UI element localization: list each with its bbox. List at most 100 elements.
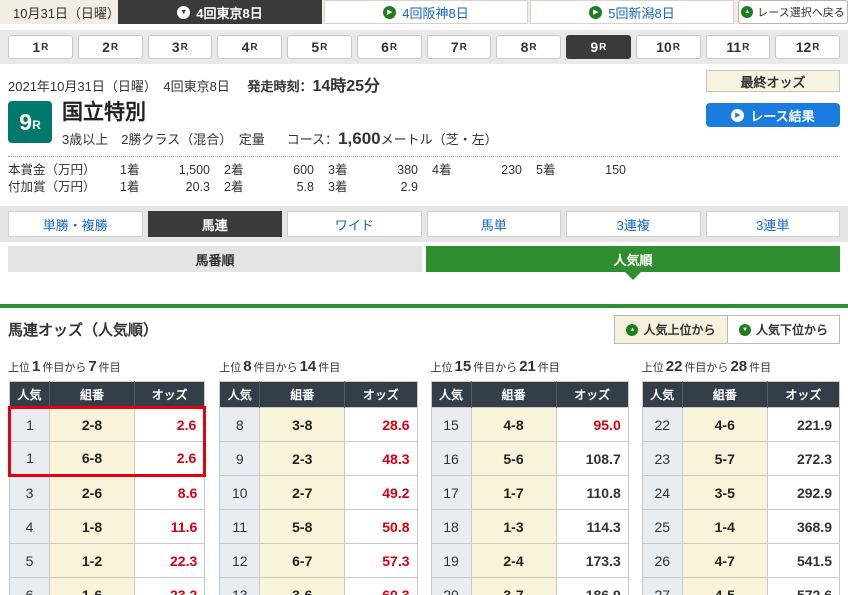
sort-bottom-first-button[interactable]: ▼ 人気下位から xyxy=(727,316,839,343)
start-time-value: 14時25分 xyxy=(312,78,380,95)
bet-type-tab[interactable]: ワイド xyxy=(287,211,422,237)
odds-cell: 48.3 xyxy=(345,442,417,476)
race-number-tab[interactable]: 3R xyxy=(148,35,213,59)
back-button-label: レース選択へ戻る xyxy=(757,4,844,20)
rank-cell: 3 xyxy=(10,476,50,510)
bet-type-tab[interactable]: 3連単 xyxy=(706,211,841,237)
pair-cell: 6-7 xyxy=(260,544,345,578)
bet-type-tab[interactable]: 馬単 xyxy=(427,211,562,237)
odds-cell: 272.3 xyxy=(767,442,839,476)
rank-cell: 20 xyxy=(431,578,471,595)
chevron-right-icon: ▶ xyxy=(589,6,602,19)
odds-row: 18 1-3 114.3 xyxy=(431,510,628,544)
odds-cell: 50.8 xyxy=(345,510,417,544)
rank-cell: 23 xyxy=(642,442,682,476)
chevron-right-icon: ▶ xyxy=(731,109,744,122)
back-to-race-select-button[interactable]: ▲ レース選択へ戻る xyxy=(738,0,848,24)
meeting-tab[interactable]: ▼ ▶ 4回阪神8日 xyxy=(324,0,528,24)
header-pair: 組番 xyxy=(682,382,767,408)
odds-table: 人気 組番 オッズ 1 2-8 2.6 1 6-8 2.6 3 2-6 8.6 … xyxy=(8,381,206,595)
odds-row: 8 3-8 28.6 xyxy=(220,408,417,442)
tab-popularity-order[interactable]: 人気順 xyxy=(426,246,840,272)
prize-place-label: 5着 xyxy=(536,162,574,179)
bet-type-tab[interactable]: 馬連 xyxy=(148,211,283,237)
odds-row: 25 1-4 368.9 xyxy=(642,510,839,544)
odds-row: 3 2-6 8.6 xyxy=(10,476,205,510)
meeting-tab-label: 5回新潟8日 xyxy=(608,3,674,22)
odds-cell: 173.3 xyxy=(556,544,628,578)
race-number-tab[interactable]: 5R xyxy=(287,35,352,59)
race-number-tab[interactable]: 4R xyxy=(217,35,282,59)
race-tab-suffix: R xyxy=(390,42,397,53)
sort-top-first-button[interactable]: ▲ 人気上位から xyxy=(615,316,727,343)
race-result-label: レース結果 xyxy=(750,106,814,125)
caption-mid: 件目から xyxy=(254,362,298,374)
pair-cell: 6-8 xyxy=(50,442,135,476)
race-odds-page: 10月31日（日曜） ▼ ▶ 4回東京8日 ▼ ▶ 4回阪神8日 ▼ ▶ 5回新… xyxy=(0,0,848,595)
race-number-tab[interactable]: 11R xyxy=(706,35,771,59)
tab-horse-number-order[interactable]: 馬番順 xyxy=(8,246,422,272)
prize-pair: 5着 150 xyxy=(536,162,640,179)
rank-cell: 6 xyxy=(10,578,50,595)
prize-amount: 20.3 xyxy=(158,179,210,196)
race-tab-suffix: R xyxy=(320,42,327,53)
pair-cell: 4-6 xyxy=(682,408,767,442)
rank-cell: 15 xyxy=(431,408,471,442)
odds-cell: 49.2 xyxy=(345,476,417,510)
bet-type-tab[interactable]: 単勝・複勝 xyxy=(8,211,143,237)
odds-table: 人気 組番 オッズ 15 4-8 95.0 16 5-6 108.7 17 1-… xyxy=(431,381,629,595)
header-odds: オッズ xyxy=(135,382,205,408)
caption-to-number: 7 xyxy=(88,358,96,375)
race-tab-suffix: R xyxy=(250,42,257,53)
odds-cell: 95.0 xyxy=(556,408,628,442)
caption-from-number: 22 xyxy=(666,358,683,375)
prize-row-label: 付加賞（万円） xyxy=(8,179,120,196)
odds-row: 19 2-4 173.3 xyxy=(431,544,628,578)
race-number: 9 xyxy=(19,109,32,136)
race-number-tab[interactable]: 1R xyxy=(8,35,73,59)
chevron-right-icon: ▶ xyxy=(383,6,396,19)
race-number-tab[interactable]: 12R xyxy=(775,35,840,59)
race-number-tab[interactable]: 2R xyxy=(78,35,143,59)
header-odds: オッズ xyxy=(767,382,839,408)
race-number-tab[interactable]: 8R xyxy=(496,35,561,59)
rank-cell: 12 xyxy=(220,544,260,578)
race-number-tab[interactable]: 7R xyxy=(427,35,492,59)
caption-mid: 件目から xyxy=(473,362,517,374)
race-result-button[interactable]: ▶ レース結果 xyxy=(706,103,840,127)
pair-cell: 5-8 xyxy=(260,510,345,544)
bet-type-tabs: 単勝・複勝 馬連 ワイド 馬単 3連複 3連単 xyxy=(0,206,848,242)
prize-place-label: 3着 xyxy=(328,162,366,179)
prize-amount: 150 xyxy=(574,162,626,179)
race-tab-number: 4 xyxy=(242,39,250,55)
pair-cell: 4-5 xyxy=(682,578,767,595)
rank-cell: 19 xyxy=(431,544,471,578)
prize-pair: 2着 600 xyxy=(224,162,328,179)
sort-button-group: ▲ 人気上位から ▼ 人気下位から xyxy=(614,315,840,344)
rank-cell: 1 xyxy=(10,408,50,442)
odds-row: 24 3-5 292.9 xyxy=(642,476,839,510)
meeting-tab[interactable]: ▼ ▶ 5回新潟8日 xyxy=(530,0,734,24)
bet-type-tab-label: ワイド xyxy=(335,215,374,234)
odds-row: 20 3-7 186.9 xyxy=(431,578,628,595)
meeting-tab[interactable]: ▼ ▶ 4回東京8日 xyxy=(118,0,322,24)
header-rank: 人気 xyxy=(220,382,260,408)
section-title: 馬連オッズ（人気順） xyxy=(8,319,158,340)
pair-cell: 4-8 xyxy=(471,408,556,442)
course-unit: メートル（芝・左） xyxy=(381,132,498,147)
start-time-label: 発走時刻： xyxy=(247,79,312,94)
race-tab-number: 10 xyxy=(656,39,672,55)
race-tab-suffix: R xyxy=(742,42,749,53)
odds-header-row: 人気 組番 オッズ xyxy=(10,382,205,408)
odds-cell: 22.3 xyxy=(135,544,205,578)
pair-cell: 2-6 xyxy=(50,476,135,510)
race-number-tab[interactable]: 6R xyxy=(357,35,422,59)
race-header-right: 最終オッズ ▶ レース結果 xyxy=(706,70,840,127)
bet-type-tab[interactable]: 3連複 xyxy=(566,211,701,237)
race-number-tab[interactable]: 10R xyxy=(636,35,701,59)
odds-row: 5 1-2 22.3 xyxy=(10,544,205,578)
pair-cell: 3-6 xyxy=(260,578,345,595)
odds-table-block: 上位22件目から28件目 人気 組番 オッズ 22 4-6 221.9 23 5… xyxy=(642,350,840,595)
prize-amount: 1,500 xyxy=(158,162,210,179)
race-number-tab[interactable]: 9R xyxy=(566,35,631,59)
